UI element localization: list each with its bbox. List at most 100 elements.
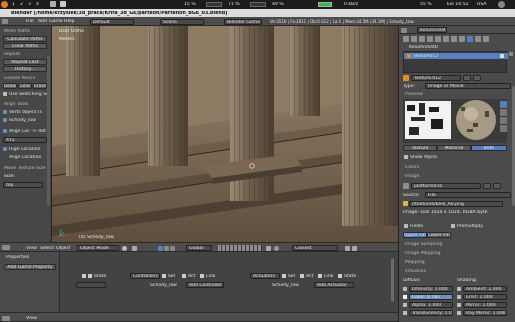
alpha-checkbox[interactable] (403, 303, 407, 307)
manipulator-icon[interactable] (158, 245, 163, 251)
mirror-field[interactable]: Mirror: 1.000 (463, 302, 507, 308)
mesh-paths-header[interactable]: Mesh Paths (4, 29, 48, 34)
source-select[interactable]: File (425, 192, 511, 198)
add-controller-select[interactable]: Add Controller (186, 282, 224, 288)
size-select[interactable]: top (3, 182, 43, 188)
menu-select[interactable]: Select (40, 246, 54, 251)
upper-first-button[interactable]: Upper First (403, 232, 427, 238)
logic-scrollbar[interactable] (391, 258, 394, 302)
info-editor-icon[interactable] (2, 19, 8, 24)
gp-erase-button[interactable]: Erase (33, 83, 47, 89)
layers-grid[interactable] (218, 245, 262, 251)
preview-sphere-icon[interactable] (500, 101, 507, 108)
actuators-act-checkbox[interactable] (300, 274, 304, 278)
image-users-button[interactable] (483, 183, 491, 189)
sensors-state-checkbox[interactable] (88, 274, 92, 278)
emit-checkbox[interactable] (457, 295, 461, 299)
menu-view[interactable]: View (26, 246, 38, 251)
alpha-field[interactable]: Alpha: 1.000 (409, 302, 453, 308)
mapping-header[interactable]: Mapping (405, 260, 465, 265)
workspace-2[interactable]: 2 (20, 2, 26, 7)
calculate-paths-button[interactable]: Calculate Paths (3, 36, 47, 42)
preview-monkey-icon[interactable] (500, 117, 507, 124)
add-game-property-button[interactable]: Add Game Property (4, 264, 56, 270)
repeat-last-button[interactable]: Repeat Last (3, 59, 47, 65)
ray-mirror-checkbox[interactable] (457, 311, 461, 315)
move-texture-header[interactable]: Move Texture Size (4, 166, 48, 171)
lower-first-button[interactable]: Lower First (427, 232, 451, 238)
layer-lock-icon[interactable] (266, 245, 271, 251)
properties-header[interactable]: Properties (6, 255, 56, 260)
align-option-5[interactable]: Align Location (9, 155, 49, 160)
menu-help[interactable]: Help (64, 19, 76, 24)
color-checkbox[interactable] (403, 295, 407, 299)
manipulator-icon[interactable] (170, 245, 175, 251)
sketch-checkbox[interactable] (3, 92, 7, 96)
axis-select[interactable]: XYZ (3, 137, 47, 143)
workspace-1[interactable]: 1 (12, 2, 18, 7)
repeat-header[interactable]: Repeat (4, 52, 48, 57)
app-icon[interactable] (60, 1, 66, 7)
emit-field[interactable]: Emit: 1.000 (463, 294, 507, 300)
toolshelf-scrollbar[interactable] (47, 56, 50, 206)
workspace-3[interactable]: 3 (28, 2, 34, 7)
fields-checkbox[interactable] (404, 224, 408, 228)
menu-file[interactable]: File (26, 19, 38, 24)
folder-icon[interactable] (403, 201, 408, 206)
show-alpha-checkbox[interactable] (404, 155, 408, 159)
ambient-field[interactable]: Ambient: 1.000 (463, 286, 507, 292)
render-icon[interactable] (352, 245, 357, 251)
logic-editor-icon[interactable] (2, 315, 10, 321)
properties-search[interactable]: Kolumna040 (417, 27, 447, 33)
image-filepath-field[interactable]: //textures/belk_A0.png (409, 201, 503, 207)
mirror-checkbox[interactable] (457, 303, 461, 307)
preview-tab-material[interactable]: Material (437, 145, 471, 151)
align-option-3[interactable]: Align Loc -> Rot (9, 129, 49, 134)
modifiers-tab-icon[interactable] (443, 36, 449, 42)
constraints-tab-icon[interactable] (435, 36, 441, 42)
intensity-field[interactable]: Intensity: 1.000 (409, 286, 453, 292)
keyboard-layout[interactable]: USA (477, 2, 491, 7)
clear-paths-button[interactable]: Clear Paths (3, 43, 47, 49)
controllers-act-checkbox[interactable] (182, 274, 186, 278)
scene-select[interactable]: Scene (160, 18, 204, 25)
menu-game[interactable]: Game (49, 19, 63, 24)
material-tab-icon[interactable] (459, 36, 465, 42)
actuators-sel-checkbox[interactable] (282, 274, 286, 278)
align-option-2[interactable]: Schody_low (9, 118, 49, 123)
colors-panel-header[interactable]: Colors (405, 165, 445, 170)
type-select[interactable]: Image or Movie (425, 83, 511, 89)
menu-object[interactable]: Object (56, 246, 70, 251)
align-tools-header[interactable]: Align Tools (4, 102, 48, 107)
preview-cube-icon[interactable] (500, 109, 507, 116)
preview-hair-icon[interactable] (500, 125, 507, 132)
system-menu-icon[interactable] (498, 1, 505, 8)
align-option-4[interactable]: High Location (9, 147, 49, 152)
texture-datablock-name[interactable]: Texture.012 (411, 75, 461, 81)
actuators-state-checkbox[interactable] (338, 274, 342, 278)
render-engine-select[interactable]: Blender Game (224, 18, 262, 25)
controllers-sel-checkbox[interactable] (162, 274, 166, 278)
list-scroll-icon[interactable] (509, 52, 513, 56)
pivot-icon[interactable] (132, 245, 137, 251)
texture-browse-icon[interactable] (403, 75, 409, 81)
align-option-1[interactable]: Verts object (s (9, 110, 49, 115)
preview-tab-texture[interactable]: Texture (403, 145, 437, 151)
ray-mirror-field[interactable]: Ray Mirror: 1.000 (463, 310, 507, 316)
intensity-checkbox[interactable] (403, 287, 407, 291)
orientation-select[interactable]: Global (186, 245, 212, 251)
workspace-4[interactable]: 4 (36, 2, 42, 7)
proportional-falloff-select[interactable]: Closest (292, 245, 338, 251)
texture-slot-name[interactable]: Belkon012 (414, 54, 474, 59)
controllers-link-checkbox[interactable] (200, 274, 204, 278)
proportional-edit-icon[interactable] (274, 245, 279, 251)
app-icon[interactable] (50, 1, 56, 7)
actuators-header[interactable]: Actuators (250, 273, 280, 279)
properties-editor-icon[interactable] (401, 27, 407, 33)
shading-icon[interactable] (122, 245, 127, 251)
preview-tab-both[interactable]: Both (471, 145, 507, 151)
preview-header[interactable]: Preview (405, 92, 445, 97)
physics-tab-icon[interactable] (483, 36, 489, 42)
world-tab-icon[interactable] (419, 36, 425, 42)
snap-icon[interactable] (345, 245, 350, 251)
